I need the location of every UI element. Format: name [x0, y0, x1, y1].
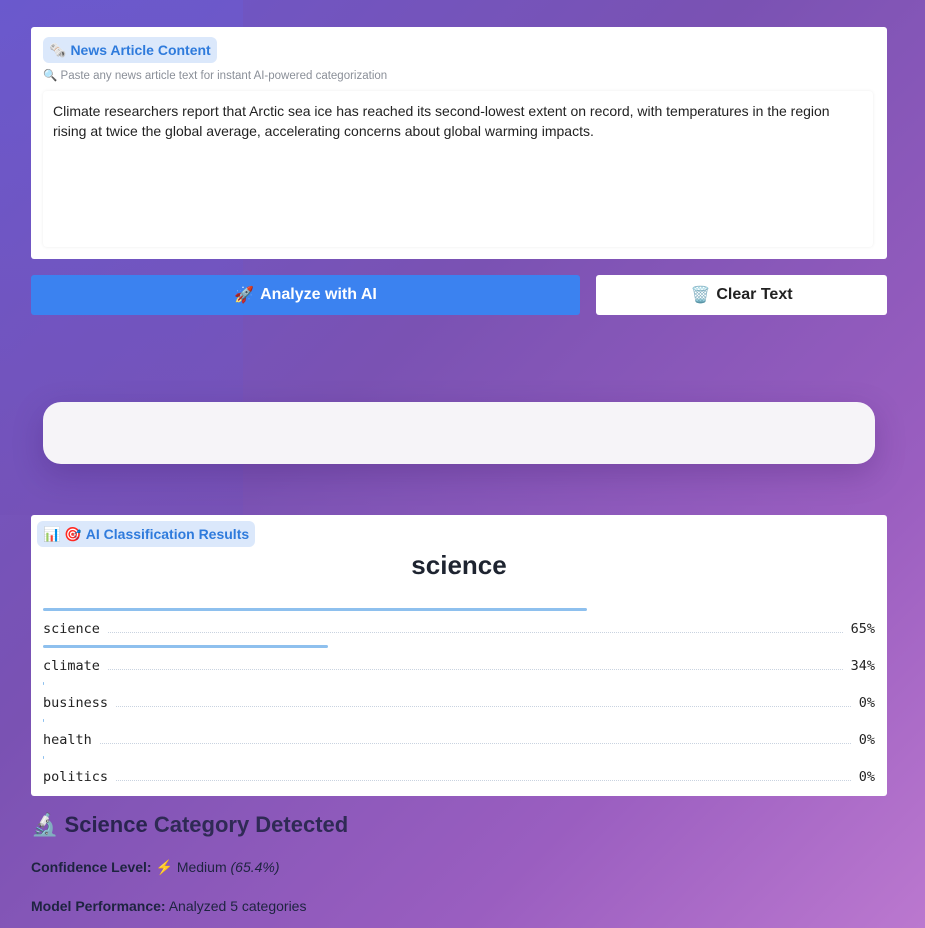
category-line: business 0% [43, 695, 875, 711]
category-label: climate [43, 658, 100, 674]
detected-category: Science [64, 812, 148, 837]
performance-line: Model Performance: Analyzed 5 categories [31, 898, 306, 914]
clear-label: Clear Text [716, 286, 793, 303]
leader-dots [107, 622, 843, 633]
category-row: politics 0% [43, 756, 875, 793]
leader-dots [116, 696, 851, 707]
rocket-icon: 🚀 [234, 287, 255, 304]
chart-target-icon: 📊 🎯 [43, 525, 82, 542]
category-line: health 0% [43, 732, 875, 748]
article-textarea[interactable]: Climate researchers report that Arctic s… [43, 91, 873, 247]
hint-text: Paste any news article text for instant … [60, 70, 388, 82]
lightning-icon: ⚡ [155, 859, 173, 875]
analyze-button[interactable]: 🚀 Analyze with AI [31, 275, 580, 315]
news-article-label: News Article Content [70, 42, 211, 58]
magnifier-icon: 🔍 [43, 70, 58, 82]
predicted-category: science [411, 550, 507, 580]
performance-label: Model Performance: [31, 898, 166, 914]
category-row: business 0% [43, 682, 875, 719]
confidence-percent: (65.4%) [230, 859, 280, 875]
trash-icon: 🗑️ [690, 287, 711, 304]
clear-text-button[interactable]: 🗑️ Clear Text [596, 275, 887, 315]
category-percent: 34% [850, 658, 875, 674]
microscope-icon: 🔬 [31, 812, 59, 837]
input-hint: 🔍 Paste any news article text for instan… [43, 68, 387, 82]
detected-heading: 🔬 Science Category Detected [31, 812, 348, 838]
category-line: science 65% [43, 621, 875, 637]
category-row: health 0% [43, 719, 875, 756]
category-label: health [43, 732, 92, 748]
confidence-label: Confidence Level: [31, 859, 152, 875]
category-bar [43, 645, 328, 648]
category-percent: 0% [858, 769, 875, 785]
category-bar [43, 682, 44, 685]
category-percent: 0% [858, 695, 875, 711]
analyze-label: Analyze with AI [260, 286, 377, 303]
category-row: science 65% [43, 608, 875, 645]
detected-suffix: Category Detected [153, 812, 349, 837]
category-bar [43, 608, 587, 611]
category-label: business [43, 695, 109, 711]
input-panel: 🗞️ News Article Content 🔍 Paste any news… [31, 27, 887, 259]
category-bar [43, 719, 44, 722]
confidence-value: Medium [176, 859, 227, 875]
category-label: science [43, 621, 100, 637]
news-article-tab: 🗞️ News Article Content [43, 37, 217, 63]
performance-value: Analyzed 5 categories [168, 898, 307, 914]
leader-dots [116, 770, 851, 781]
category-label: politics [43, 769, 109, 785]
category-bar [43, 756, 44, 759]
results-panel: 📊 🎯 AI Classification Results science sc… [31, 515, 887, 796]
results-tab: 📊 🎯 AI Classification Results [37, 521, 256, 547]
category-row: climate 34% [43, 645, 875, 682]
category-line: politics 0% [43, 769, 875, 785]
category-percent: 0% [858, 732, 875, 748]
leader-dots [107, 659, 843, 670]
leader-dots [99, 733, 851, 744]
results-label: AI Classification Results [85, 526, 250, 542]
status-placeholder [43, 402, 875, 464]
category-line: climate 34% [43, 658, 875, 674]
newspaper-icon: 🗞️ [49, 41, 67, 58]
confidence-line: Confidence Level: ⚡ Medium (65.4%) [31, 859, 280, 876]
category-percent: 65% [850, 621, 875, 637]
